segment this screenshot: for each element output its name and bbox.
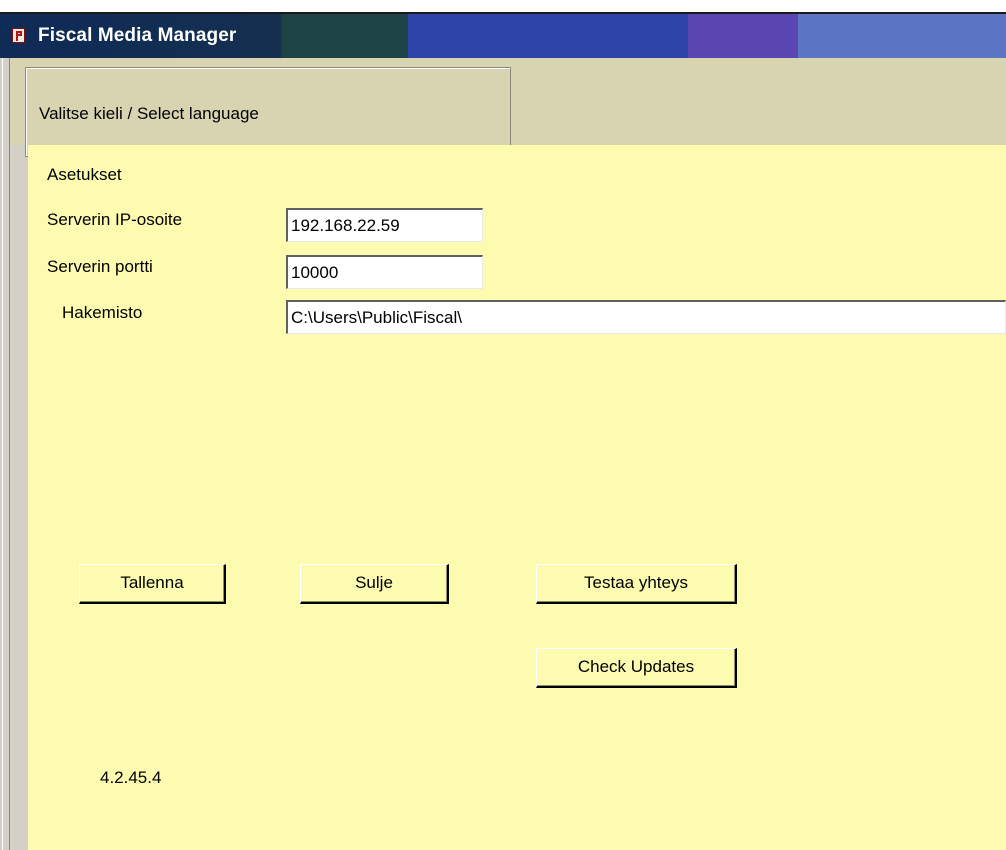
title-bar[interactable]: Fiscal Media Manager <box>0 14 1006 58</box>
check-updates-button[interactable]: Check Updates <box>536 648 737 688</box>
language-groupbox-legend: Valitse kieli / Select language <box>35 104 263 124</box>
app-icon[interactable] <box>12 28 25 43</box>
server-ip-label: Serverin IP-osoite <box>47 210 183 229</box>
settings-heading: Asetukset <box>47 165 122 184</box>
window-title: Fiscal Media Manager <box>38 25 237 46</box>
test-connection-button[interactable]: Testaa yhteys <box>536 564 737 604</box>
settings-panel: Asetukset Serverin IP-osoite 192.168.22.… <box>28 145 1006 850</box>
directory-input[interactable]: C:\Users\Public\Fiscal\ <box>286 300 1006 334</box>
save-button[interactable]: Tallenna <box>79 564 226 604</box>
app-window: Fiscal Media Manager Valitse kieli / Sel… <box>0 0 1006 850</box>
server-ip-input[interactable]: 192.168.22.59 <box>286 208 483 242</box>
version-label: 4.2.45.4 <box>100 768 162 787</box>
directory-label: Hakemisto <box>62 303 143 322</box>
server-port-label: Serverin portti <box>47 257 153 276</box>
close-button[interactable]: Sulje <box>300 564 449 604</box>
server-port-input[interactable]: 10000 <box>286 255 483 289</box>
window-left-frame <box>0 58 10 850</box>
